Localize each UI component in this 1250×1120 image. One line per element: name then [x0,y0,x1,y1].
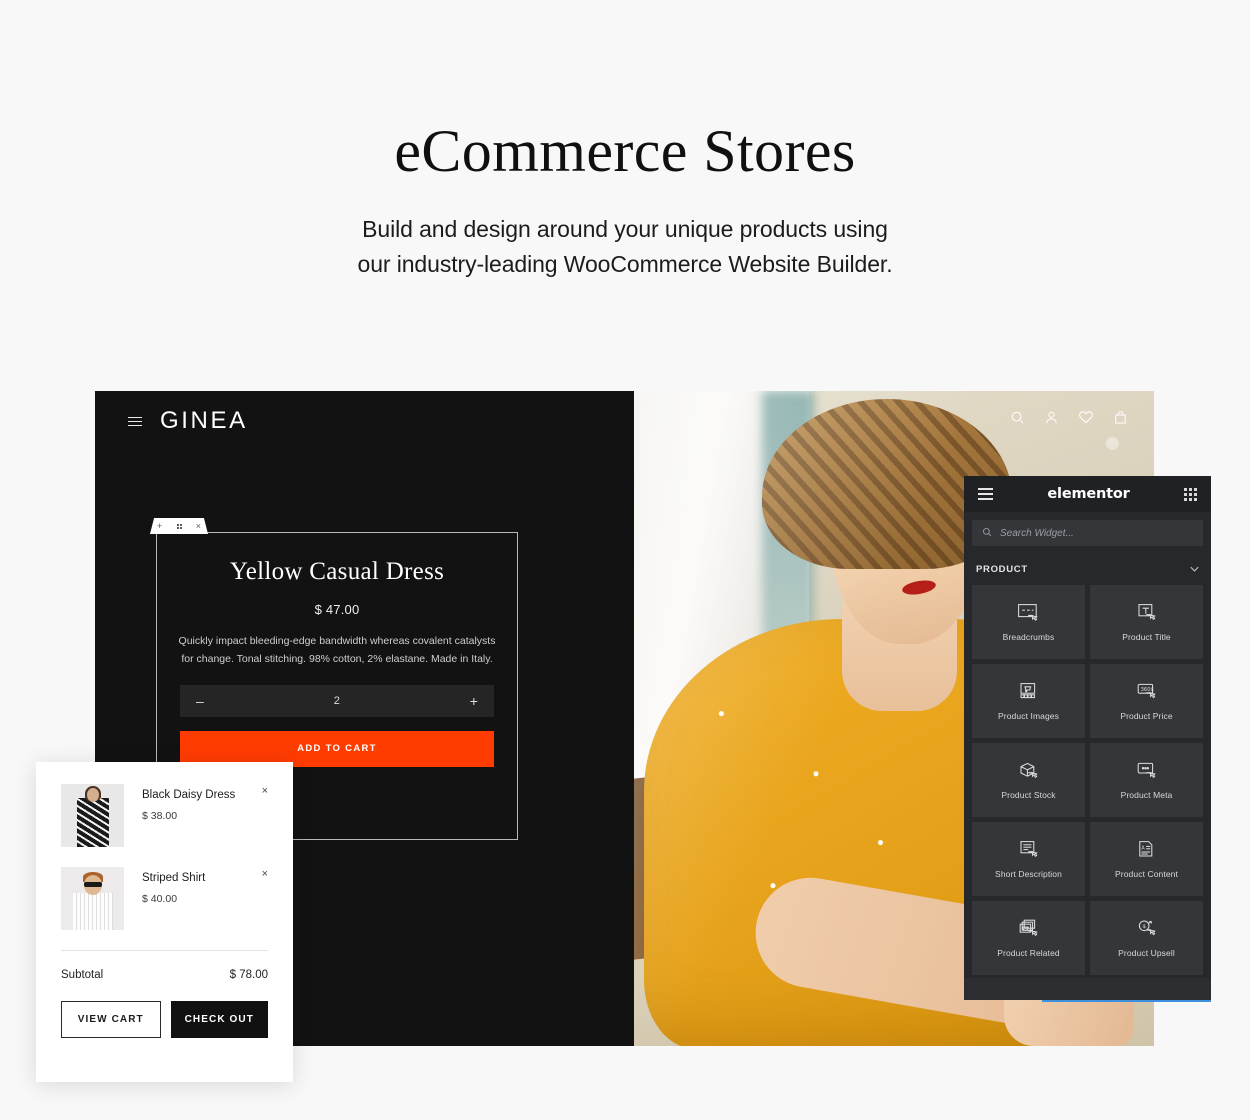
page-title: eCommerce Stores [394,118,856,184]
product-title-icon [1135,603,1159,623]
widget-label: Short Description [995,868,1062,879]
product-stock-icon [1017,761,1041,781]
short-description-icon [1017,840,1041,860]
hero-section: eCommerce Stores Build and design around… [0,0,1250,282]
hamburger-icon[interactable] [978,488,993,500]
widget-product-upsell[interactable]: $ Product Upsell [1090,901,1203,975]
hero-subtitle-line-1: Build and design around your unique prod… [362,216,888,242]
hero-subtitle-line-2: our industry-leading WooCommerce Website… [357,250,893,277]
widget-label: Product Stock [1001,789,1056,800]
brand-area: GINEA [128,407,248,435]
view-cart-button[interactable]: VIEW CART [61,1001,161,1038]
brand-logo[interactable]: GINEA [160,407,248,435]
elementor-panel-header: elementor [964,476,1211,512]
quantity-value: 2 [333,694,340,707]
wishlist-heart-icon[interactable] [1078,409,1094,425]
quantity-stepper[interactable]: – 2 + [180,684,494,717]
product-price-icon: 360$ [1135,682,1159,702]
widget-breadcrumbs[interactable]: Breadcrumbs [972,585,1085,659]
breadcrumbs-icon [1017,603,1041,623]
columns-icon[interactable] [176,523,182,529]
svg-text:360$: 360$ [1140,686,1153,692]
cart-item-price: $ 40.00 [142,893,178,905]
elementor-logo: elementor [1047,486,1130,502]
cart-item-thumbnail [61,784,124,847]
widget-label: Product Title [1122,631,1171,642]
widget-product-meta[interactable]: Product Meta [1090,743,1203,817]
widget-product-content[interactable]: A Product Content [1090,822,1203,896]
widget-label: Product Price [1120,710,1173,721]
product-price: $ 47.00 [314,602,360,617]
widget-search-bar[interactable] [972,520,1203,546]
widget-product-images[interactable]: Product Images [972,664,1085,738]
widget-label: Product Content [1115,868,1178,879]
cart-actions: VIEW CART CHECK OUT [61,1001,268,1038]
widget-product-related[interactable]: Product Related [972,901,1085,975]
subtotal-value: $ 78.00 [229,969,268,981]
element-edit-toolbar: + × [150,518,208,534]
quantity-increase-button[interactable]: + [470,693,478,709]
widget-product-price[interactable]: 360$ Product Price [1090,664,1203,738]
widget-label: Product Upsell [1118,947,1175,958]
app-grid-icon[interactable] [1184,487,1197,501]
quantity-decrease-button[interactable]: – [196,693,204,709]
cart-item: Striped Shirt $ 40.00 × [61,867,268,930]
remove-cart-item-icon[interactable]: × [262,869,268,880]
search-input[interactable] [1000,527,1193,539]
widget-product-stock[interactable]: Product Stock [972,743,1085,817]
mini-cart-popup: Black Daisy Dress $ 38.00 × Striped Shir… [36,762,293,1082]
menu-hamburger-icon[interactable] [128,416,142,426]
account-icon[interactable] [1044,410,1059,425]
search-icon [982,524,992,542]
cart-item-name[interactable]: Striped Shirt [142,872,205,884]
subtotal-label: Subtotal [61,969,104,981]
widget-category-product[interactable]: PRODUCT [964,555,1211,583]
product-title: Yellow Casual Dress [229,558,445,585]
product-upsell-icon: $ [1135,919,1159,939]
widget-label: Product Images [998,710,1059,721]
check-out-button[interactable]: CHECK OUT [170,1001,268,1038]
remove-cart-item-icon[interactable]: × [262,786,268,797]
close-icon[interactable]: × [196,521,201,531]
widget-label: Product Related [997,947,1060,958]
product-images-icon [1017,682,1041,702]
cart-item-name[interactable]: Black Daisy Dress [142,789,235,801]
add-element-icon[interactable]: + [157,521,162,531]
svg-text:$: $ [1142,923,1146,929]
chevron-down-icon[interactable] [1190,564,1199,574]
cart-item: Black Daisy Dress $ 38.00 × [61,784,268,847]
cart-item-info: Black Daisy Dress $ 38.00 [142,784,235,847]
widget-label: Product Meta [1120,789,1173,800]
header-icon-group [1010,409,1128,425]
shopping-bag-icon[interactable] [1113,410,1128,425]
cart-item-price: $ 38.00 [142,810,178,822]
site-header: GINEA [95,391,1154,451]
elementor-panel-footer [964,978,1211,1002]
widget-grid: Breadcrumbs Product Title Product Images… [964,585,1211,975]
product-short-description: Quickly impact bleeding-edge bandwidth w… [178,635,496,666]
hero-subtitle: Build and design around your unique prod… [0,212,1250,282]
svg-text:A: A [1141,845,1145,851]
search-icon[interactable] [1010,410,1025,425]
product-content-icon: A [1135,840,1159,860]
cart-item-info: Striped Shirt $ 40.00 [142,867,205,930]
category-label: PRODUCT [976,563,1028,575]
widget-product-title[interactable]: Product Title [1090,585,1203,659]
widget-label: Breadcrumbs [1002,631,1055,642]
divider [61,950,268,951]
widget-short-description[interactable]: Short Description [972,822,1085,896]
cart-item-thumbnail [61,867,124,930]
cart-subtotal-row: Subtotal $ 78.00 [61,969,268,981]
product-meta-icon [1135,761,1159,781]
product-related-icon [1017,919,1041,939]
elementor-widget-panel: elementor PRODUCT [964,476,1211,1002]
